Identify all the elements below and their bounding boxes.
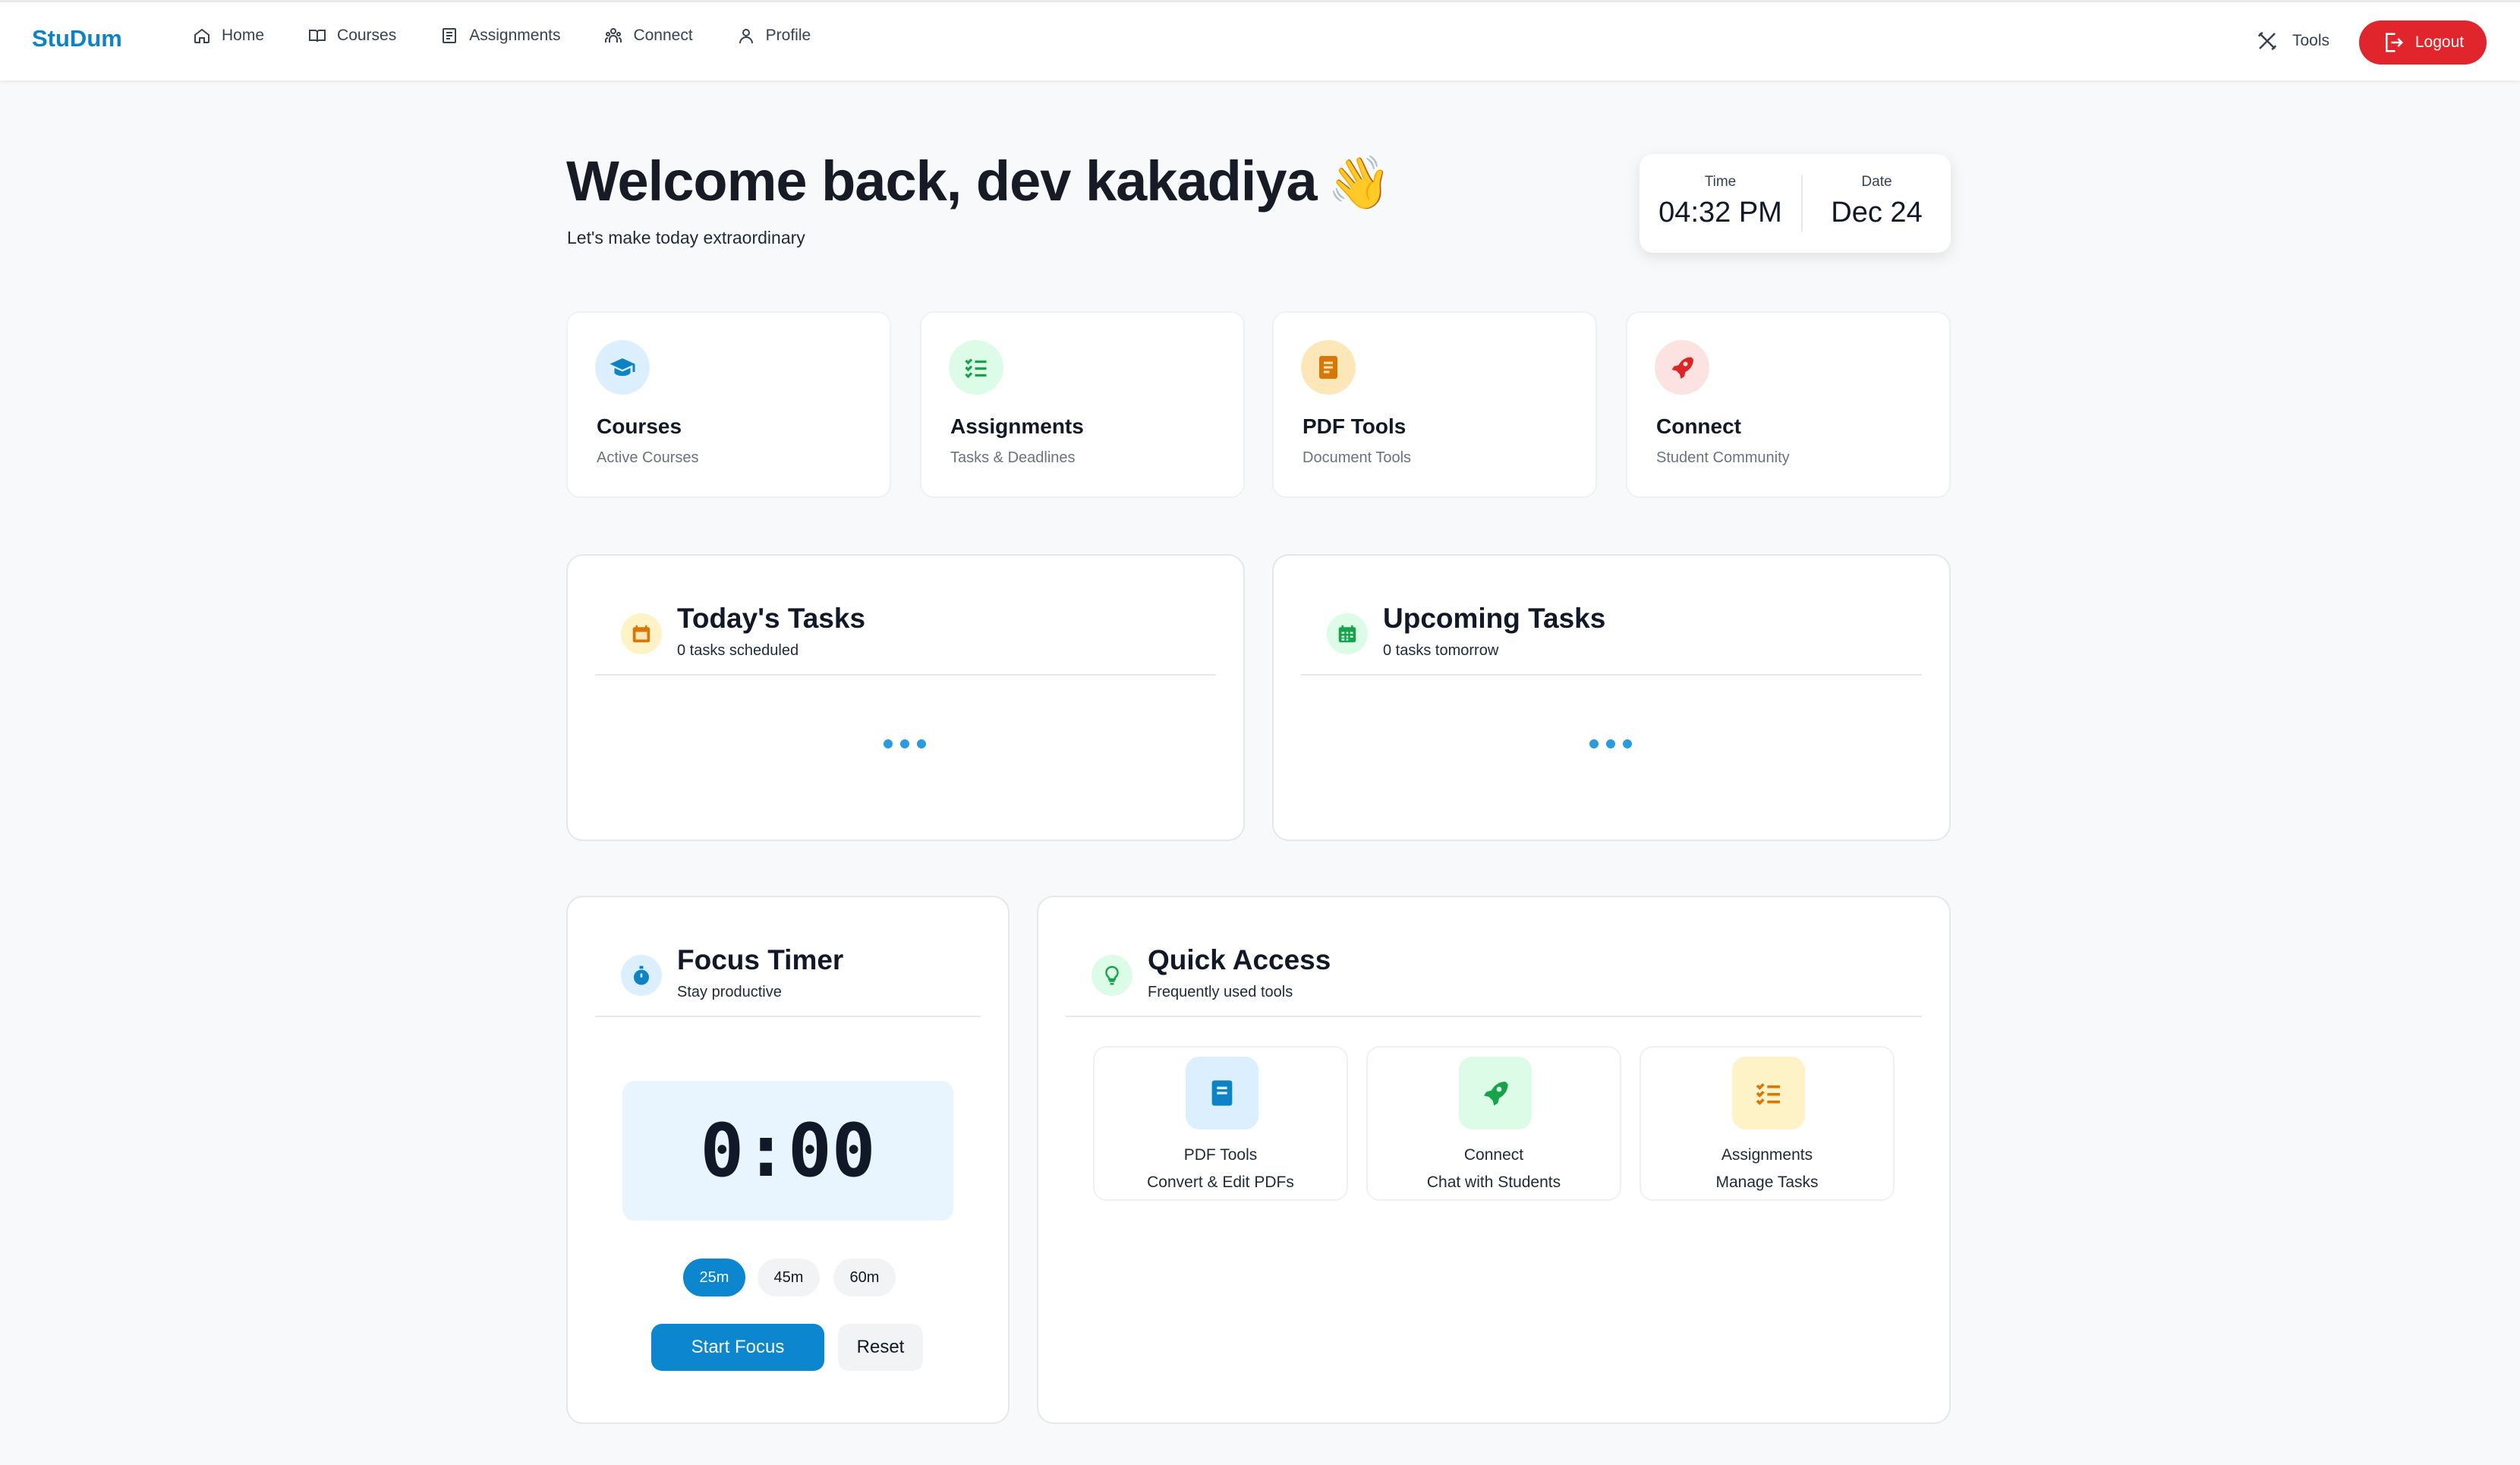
date-column: Date Dec 24 bbox=[1803, 174, 1951, 229]
quick-access-subtitle: Manage Tasks bbox=[1715, 1174, 1819, 1191]
nav-link-label: Home bbox=[222, 27, 265, 44]
time-value: 04:32 PM bbox=[1658, 197, 1782, 228]
nav-link-label: Courses bbox=[337, 27, 397, 44]
stopwatch-icon bbox=[621, 955, 662, 996]
time-date-card: Time 04:32 PM Date Dec 24 bbox=[1640, 154, 1951, 253]
date-value: Dec 24 bbox=[1831, 197, 1923, 228]
stat-title: Connect bbox=[1656, 414, 1741, 438]
stat-card-pdf-tools[interactable]: PDF Tools Document Tools bbox=[1272, 311, 1597, 498]
panel-subtitle: Frequently used tools bbox=[1148, 984, 1293, 1000]
stat-title: Assignments bbox=[950, 414, 1084, 438]
quick-access-assignments[interactable]: Assignments Manage Tasks bbox=[1640, 1046, 1895, 1201]
logout-icon bbox=[2385, 33, 2403, 52]
welcome-heading: Welcome back, dev kakadiya 👋 bbox=[566, 149, 1391, 213]
panel-title: Today's Tasks bbox=[677, 603, 866, 634]
welcome-subtitle: Let's make today extraordinary bbox=[567, 228, 805, 247]
stat-subtitle: Student Community bbox=[1656, 449, 1790, 466]
stat-subtitle: Active Courses bbox=[597, 449, 699, 466]
quick-access-pdf-tools[interactable]: PDF Tools Convert & Edit PDFs bbox=[1093, 1046, 1348, 1201]
quick-access-title: Assignments bbox=[1721, 1146, 1813, 1164]
time-label: Time bbox=[1704, 174, 1737, 190]
timer-display: 0:00 bbox=[622, 1081, 953, 1221]
stat-card-assignments[interactable]: Assignments Tasks & Deadlines bbox=[920, 311, 1245, 498]
duration-45m-button[interactable]: 45m bbox=[758, 1259, 820, 1296]
users-icon bbox=[605, 28, 622, 43]
panel-title: Focus Timer bbox=[677, 944, 844, 975]
divider bbox=[1066, 1016, 1922, 1017]
rocket-icon bbox=[1459, 1057, 1532, 1129]
logout-button[interactable]: Logout bbox=[2359, 20, 2487, 65]
start-focus-button[interactable]: Start Focus bbox=[651, 1324, 824, 1371]
quick-access-title: Connect bbox=[1463, 1146, 1524, 1164]
checklist-icon bbox=[949, 340, 1003, 395]
quick-access-panel: Quick Access Frequently used tools PDF T… bbox=[1037, 896, 1951, 1424]
home-icon bbox=[194, 28, 209, 43]
loading-indicator bbox=[884, 739, 934, 748]
stat-card-connect[interactable]: Connect Student Community bbox=[1626, 311, 1951, 498]
nav-link-label: Connect bbox=[633, 27, 693, 44]
todays-tasks-panel: Today's Tasks 0 tasks scheduled bbox=[566, 554, 1245, 841]
divider bbox=[595, 674, 1216, 676]
welcome-text: Welcome back, dev kakadiya bbox=[566, 150, 1318, 213]
panel-subtitle: Stay productive bbox=[677, 984, 782, 1000]
quick-access-connect[interactable]: Connect Chat with Students bbox=[1366, 1046, 1621, 1201]
nav-link-assignments[interactable]: Assignments bbox=[440, 27, 560, 45]
nav-link-courses[interactable]: Courses bbox=[308, 27, 396, 45]
loading-indicator bbox=[1589, 739, 1640, 748]
graduation-cap-icon bbox=[595, 340, 650, 395]
stat-title: Courses bbox=[597, 414, 682, 438]
duration-25m-button[interactable]: 25m bbox=[683, 1259, 745, 1296]
stat-card-courses[interactable]: Courses Active Courses bbox=[566, 311, 891, 498]
brand-logo[interactable]: StuDum bbox=[32, 25, 122, 52]
nav-links: Home Courses Assignments Connect Profile bbox=[193, 27, 855, 45]
quick-access-subtitle: Chat with Students bbox=[1426, 1174, 1561, 1191]
nav-link-home[interactable]: Home bbox=[193, 27, 264, 45]
timer-value: 0:00 bbox=[700, 1108, 876, 1193]
nav-link-connect[interactable]: Connect bbox=[604, 27, 693, 45]
panel-subtitle: 0 tasks tomorrow bbox=[1383, 642, 1499, 659]
quick-access-subtitle: Convert & Edit PDFs bbox=[1147, 1174, 1294, 1191]
stat-title: PDF Tools bbox=[1303, 414, 1406, 438]
tools-icon bbox=[2257, 31, 2277, 51]
calendar-icon bbox=[621, 613, 662, 654]
date-label: Date bbox=[1861, 174, 1892, 190]
time-column: Time 04:32 PM bbox=[1640, 174, 1801, 229]
nav-link-label: Assignments bbox=[469, 27, 561, 44]
book-icon bbox=[1186, 1057, 1258, 1129]
user-icon bbox=[739, 29, 753, 44]
tools-label: Tools bbox=[2292, 32, 2330, 49]
upcoming-tasks-panel: Upcoming Tasks 0 tasks tomorrow bbox=[1272, 554, 1951, 841]
nav-link-profile[interactable]: Profile bbox=[737, 27, 811, 45]
lightbulb-icon bbox=[1091, 955, 1132, 996]
duration-60m-button[interactable]: 60m bbox=[833, 1259, 896, 1296]
divider bbox=[595, 1016, 981, 1017]
panel-title: Upcoming Tasks bbox=[1383, 603, 1606, 634]
nav-link-label: Profile bbox=[765, 27, 811, 44]
document-icon bbox=[1301, 340, 1356, 395]
rocket-icon bbox=[1655, 340, 1709, 395]
wave-emoji: 👋 bbox=[1327, 154, 1392, 212]
stat-subtitle: Tasks & Deadlines bbox=[950, 449, 1076, 466]
document-icon bbox=[443, 28, 457, 43]
stat-subtitle: Document Tools bbox=[1303, 449, 1412, 466]
logout-label: Logout bbox=[2414, 33, 2465, 51]
checklist-icon bbox=[1732, 1057, 1805, 1129]
quick-access-title: PDF Tools bbox=[1183, 1146, 1258, 1164]
book-icon bbox=[309, 30, 326, 43]
focus-timer-panel: Focus Timer Stay productive 0:00 25m 45m… bbox=[566, 896, 1010, 1424]
tools-button[interactable]: Tools bbox=[2256, 30, 2329, 52]
panel-title: Quick Access bbox=[1148, 944, 1331, 975]
calendar-grid-icon bbox=[1327, 613, 1368, 654]
top-navbar: StuDum Home Courses Assignments Connect … bbox=[0, 0, 2520, 80]
panel-subtitle: 0 tasks scheduled bbox=[677, 642, 799, 659]
divider bbox=[1301, 674, 1922, 676]
reset-button[interactable]: Reset bbox=[838, 1324, 923, 1371]
